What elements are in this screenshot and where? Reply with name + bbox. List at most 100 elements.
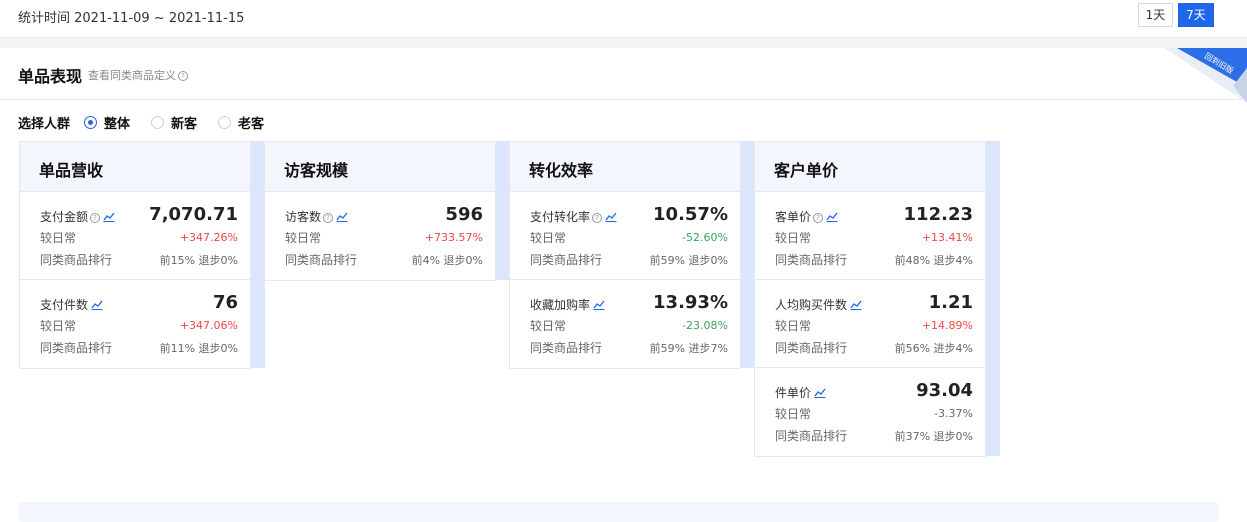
compare-label: 较日常: [775, 407, 812, 421]
metric-name: 访客数?: [285, 208, 348, 225]
range-7-day-button[interactable]: 7天: [1178, 3, 1214, 27]
card-side-panel: [741, 141, 755, 368]
change-value: -3.37%: [934, 407, 973, 420]
definition-link-label[interactable]: 查看同类商品定义: [88, 69, 176, 82]
radio-selected-icon[interactable]: [84, 116, 97, 129]
compare-label: 较日常: [530, 319, 567, 333]
audience-option-all[interactable]: 整体: [84, 113, 130, 132]
card-header: 客户单价: [755, 142, 985, 192]
metric-name-label: 人均购买件数: [775, 298, 848, 312]
audience-option-label: 老客: [238, 117, 265, 132]
audience-option-label: 整体: [104, 117, 131, 132]
section-divider: [0, 99, 1247, 100]
card-side-panel: [496, 141, 510, 280]
rank-value: 前11% 退步0%: [159, 342, 238, 355]
rank-label: 同类商品排行: [40, 341, 113, 355]
metric-name: 收藏加购率: [530, 296, 605, 313]
rank-value: 前4% 退步0%: [411, 254, 483, 267]
change-value: +13.41%: [921, 231, 973, 244]
metric-row: 支付转化率? 10.57% 较日常 -52.60% 同类商品排行 前59% 退步0%: [510, 192, 740, 280]
metric-row: 件单价 93.04 较日常 -3.37% 同类商品排行 前37% 退步0%: [755, 368, 985, 456]
metric-card: 转化效率 支付转化率? 10.57% 较日常 -52.60% 同类商品排行 前59% 退步0…: [509, 141, 741, 369]
trend-chart-icon[interactable]: [593, 299, 605, 310]
card-header: 访客规模: [265, 142, 495, 192]
card-title: 客户单价: [774, 161, 839, 180]
rank-value: 前59% 进步7%: [649, 342, 728, 355]
audience-label: 选择人群: [18, 117, 71, 132]
metric-value: 596: [445, 204, 483, 225]
rank-label: 同类商品排行: [775, 253, 848, 267]
card-header: 单品营收: [20, 142, 250, 192]
metric-name: 支付件数: [40, 296, 103, 313]
audience-option-new[interactable]: 新客: [151, 113, 197, 132]
rank-value: 前15% 退步0%: [159, 254, 238, 267]
metric-name-label: 支付转化率: [530, 210, 591, 224]
metric-name-label: 客单价: [775, 210, 812, 224]
card-title: 转化效率: [529, 161, 594, 180]
card-header: 转化效率: [510, 142, 740, 192]
metric-row: 客单价? 112.23 较日常 +13.41% 同类商品排行 前48% 退步4%: [755, 192, 985, 280]
change-value: +347.06%: [179, 319, 238, 332]
metric-value: 13.93%: [653, 292, 728, 313]
trend-chart-icon[interactable]: [605, 211, 617, 222]
metric-name: 人均购买件数: [775, 296, 862, 313]
trend-chart-icon[interactable]: [91, 299, 103, 310]
trend-chart-icon[interactable]: [103, 211, 115, 222]
metric-name-label: 支付金额: [40, 210, 89, 224]
period-label: 统计时间 2021-11-09 ~ 2021-11-15: [18, 11, 245, 26]
rank-value: 前37% 退步0%: [894, 430, 973, 443]
rank-value: 前48% 退步4%: [894, 254, 973, 267]
compare-label: 较日常: [775, 231, 812, 245]
metric-row: 支付件数 76 较日常 +347.06% 同类商品排行 前11% 退步0%: [20, 280, 250, 368]
metric-card: 客户单价客单价? 112.23 较日常 +13.41% 同类商品排行 前48% 退步4% 人…: [754, 141, 986, 457]
help-icon[interactable]: ?: [90, 213, 101, 223]
metric-row: 收藏加购率 13.93% 较日常 -23.08% 同类商品排行 前59% 进步7%: [510, 280, 740, 368]
card-side-panel: [251, 141, 265, 368]
radio-icon[interactable]: [151, 116, 164, 129]
next-panel-edge: [18, 502, 1218, 522]
metric-value: 7,070.71: [149, 204, 238, 225]
range-1-day-button[interactable]: 1天: [1138, 3, 1173, 27]
metric-card: 单品营收支付金额? 7,070.71 较日常 +347.26% 同类商品排行 前15% 退…: [19, 141, 251, 369]
metric-name-label: 支付件数: [40, 298, 89, 312]
compare-label: 较日常: [530, 231, 567, 245]
change-value: -52.60%: [682, 231, 728, 244]
back-to-old-version-ribbon[interactable]: 回到旧版: [1157, 48, 1247, 103]
card-side-panel: [986, 141, 1000, 456]
help-icon[interactable]: ?: [323, 213, 334, 223]
compare-label: 较日常: [40, 319, 77, 333]
metric-value: 93.04: [916, 380, 973, 401]
help-icon[interactable]: ?: [813, 213, 824, 223]
rank-label: 同类商品排行: [40, 253, 113, 267]
trend-chart-icon[interactable]: [850, 299, 862, 310]
metric-name: 客单价?: [775, 208, 838, 225]
metric-value: 1.21: [928, 292, 973, 313]
metric-row: 访客数? 596 较日常 +733.57% 同类商品排行 前4% 退步0%: [265, 192, 495, 280]
rank-value: 前59% 退步0%: [649, 254, 728, 267]
change-value: +733.57%: [424, 231, 483, 244]
compare-label: 较日常: [775, 319, 812, 333]
change-value: +347.26%: [179, 231, 238, 244]
compare-label: 较日常: [40, 231, 77, 245]
trend-chart-icon[interactable]: [336, 211, 348, 222]
metric-value: 112.23: [903, 204, 973, 225]
compare-label: 较日常: [285, 231, 322, 245]
rank-label: 同类商品排行: [530, 253, 603, 267]
help-icon[interactable]: ?: [178, 71, 188, 81]
rank-value: 前56% 进步4%: [894, 342, 973, 355]
radio-icon[interactable]: [218, 116, 231, 129]
metric-name: 支付转化率?: [530, 208, 617, 225]
audience-option-returning[interactable]: 老客: [218, 113, 264, 132]
definition-link[interactable]: 查看同类商品定义?: [88, 67, 188, 83]
metric-name: 支付金额?: [40, 208, 115, 225]
trend-chart-icon[interactable]: [814, 387, 826, 398]
help-icon[interactable]: ?: [592, 213, 603, 223]
section-gap: [0, 38, 1247, 48]
metric-name-label: 访客数: [285, 210, 322, 224]
top-bar: 统计时间 2021-11-09 ~ 2021-11-15 1天 7天: [0, 0, 1247, 38]
metric-name-label: 收藏加购率: [530, 298, 591, 312]
metric-row: 支付金额? 7,070.71 较日常 +347.26% 同类商品排行 前15% 退步0%: [20, 192, 250, 280]
change-value: +14.89%: [921, 319, 973, 332]
trend-chart-icon[interactable]: [826, 211, 838, 222]
rank-label: 同类商品排行: [285, 253, 358, 267]
